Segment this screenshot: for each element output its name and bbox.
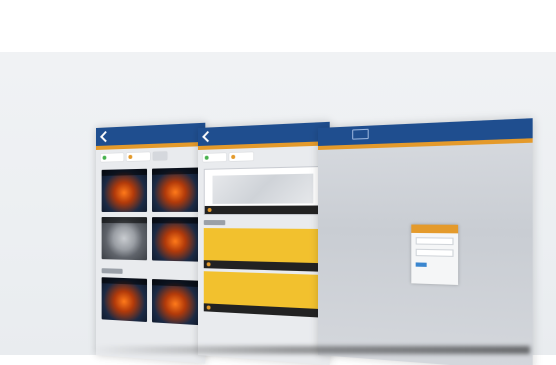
tab-more[interactable] (153, 151, 168, 161)
thumbnail-caption (101, 277, 147, 285)
back-arrow-icon[interactable] (202, 130, 214, 143)
camera-thumbnail[interactable] (151, 167, 200, 212)
thumbnail-caption (101, 217, 147, 224)
app-top-bar (318, 118, 533, 150)
app-screen-login (318, 118, 533, 365)
login-panel (411, 224, 459, 285)
app-top-bar (96, 122, 206, 150)
thumbnail-caption (151, 217, 200, 224)
floor-shadow (90, 346, 530, 354)
camera-thumbnail[interactable] (151, 278, 200, 326)
section-label (203, 220, 226, 226)
app-top-bar (198, 121, 330, 150)
tab-online[interactable] (202, 153, 227, 162)
alert-card[interactable] (203, 271, 324, 318)
login-panel-header (411, 224, 459, 234)
app-screen-device-cards (198, 121, 330, 365)
tab-online[interactable] (100, 153, 124, 162)
login-button[interactable] (415, 262, 427, 267)
alert-card-status-bar (203, 260, 324, 272)
camera-thumbnail[interactable] (101, 277, 147, 323)
thumbnail-caption (151, 278, 200, 288)
back-arrow-icon[interactable] (100, 130, 111, 143)
product-showcase (0, 0, 556, 365)
camera-thumbnail[interactable] (101, 168, 147, 212)
alert-card[interactable] (203, 228, 324, 272)
username-field[interactable] (415, 237, 454, 246)
camera-grid (96, 273, 205, 330)
device-card-status-bar (204, 205, 323, 215)
thumbnail-caption (101, 168, 147, 176)
brand-badge-icon (352, 128, 369, 140)
camera-thumbnail[interactable] (151, 217, 200, 262)
tab-alarm[interactable] (229, 152, 254, 162)
thumbnail-caption (151, 167, 200, 175)
image-placeholder-icon (212, 173, 314, 204)
device-card[interactable] (203, 165, 324, 216)
camera-thumbnail[interactable] (101, 217, 147, 261)
alert-card-status-bar (203, 303, 324, 318)
camera-grid (96, 163, 205, 266)
tab-alarm[interactable] (126, 152, 151, 162)
app-screen-camera-list (96, 122, 206, 364)
password-field[interactable] (415, 248, 454, 257)
